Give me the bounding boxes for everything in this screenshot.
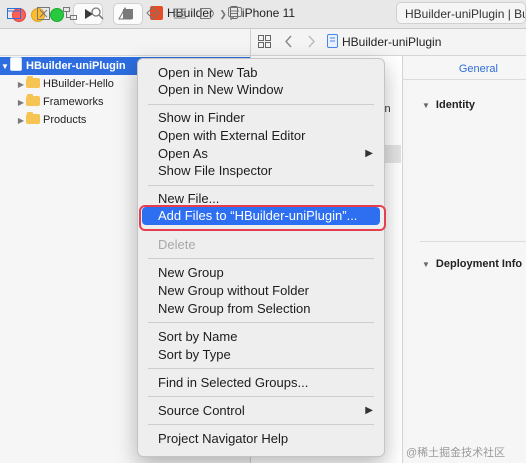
disclosure-triangle-icon: ▶	[17, 98, 25, 107]
menu-item-new-group-without-folder[interactable]: New Group without Folder	[138, 282, 384, 300]
section-title: Deployment Info	[435, 258, 523, 270]
menu-item-new-group-from-selection[interactable]: New Group from Selection	[138, 300, 384, 318]
breakpoint-icon[interactable]	[200, 6, 214, 20]
tab-general[interactable]: General	[402, 58, 526, 80]
back-icon[interactable]	[284, 35, 294, 53]
report-icon[interactable]	[228, 6, 242, 20]
warning-icon[interactable]	[118, 6, 132, 20]
menu-item-delete: Delete	[158, 237, 196, 252]
test-icon[interactable]	[146, 6, 160, 20]
navigator-toolbar	[0, 29, 250, 56]
menu-item-source-control[interactable]: Source Control ▶	[138, 402, 384, 420]
tree-item-label: Frameworks	[43, 96, 104, 108]
folder-icon	[26, 112, 40, 124]
menu-separator	[148, 368, 374, 369]
collapse-triangle-icon: ▼	[422, 260, 430, 269]
menu-separator	[148, 424, 374, 425]
project-file-icon	[10, 57, 22, 71]
identity-section-header[interactable]: ▼ Identity	[422, 95, 475, 113]
activity-status: HBuilder-uniPlugin | Build	[396, 2, 526, 24]
zoom-window-button[interactable]	[50, 8, 64, 22]
menu-separator	[148, 104, 374, 105]
hierarchy-icon[interactable]	[63, 6, 77, 20]
menu-item-show-in-finder[interactable]: Show in Finder	[138, 109, 384, 127]
source-control-icon[interactable]	[36, 6, 50, 20]
menu-item-open-as[interactable]: Open As ▶	[138, 145, 384, 163]
menu-item-label: Open As	[158, 146, 208, 161]
watermark: @稀土掘金技术社区	[406, 447, 506, 459]
disclosure-triangle-icon: ▼	[1, 62, 9, 71]
related-items-icon[interactable]	[258, 35, 271, 53]
forward-icon[interactable]	[306, 35, 316, 53]
menu-item-find-in-selected-groups[interactable]: Find in Selected Groups...	[138, 374, 384, 392]
menu-item-sort-by-type[interactable]: Sort by Type	[138, 346, 384, 364]
context-menu: Open in New Tab Open in New Window Show …	[137, 58, 385, 457]
disclosure-triangle-icon: ▶	[17, 116, 25, 125]
menu-separator	[148, 322, 374, 323]
menu-separator	[148, 258, 374, 259]
disclosure-triangle-icon: ▶	[17, 80, 25, 89]
menu-separator	[148, 185, 374, 186]
folder-icon	[26, 94, 40, 106]
tree-item-label: HBuilder-Hello	[43, 78, 114, 90]
breadcrumb[interactable]: HBuilder-uniPlugin	[342, 35, 441, 49]
device-name: iPhone 11	[241, 6, 296, 20]
deployment-section-header[interactable]: ▼ Deployment Info	[422, 254, 522, 272]
editor-row-highlight	[384, 145, 401, 163]
breadcrumb-project-icon	[327, 34, 338, 53]
tree-item-label: Products	[43, 114, 87, 126]
menu-item-open-new-tab[interactable]: Open in New Tab	[138, 64, 384, 82]
menu-item-sort-by-name[interactable]: Sort by Name	[138, 328, 384, 346]
section-divider	[420, 241, 526, 242]
menu-item-label: Source Control	[158, 403, 245, 418]
menu-item-show-file-inspector[interactable]: Show File Inspector	[138, 162, 384, 180]
submenu-arrow-icon: ▶	[365, 405, 373, 416]
scheme-separator: ❯	[219, 9, 227, 19]
submenu-arrow-icon: ▶	[365, 148, 373, 159]
section-title: Identity	[435, 99, 476, 111]
menu-item-open-new-window[interactable]: Open in New Window	[138, 81, 384, 99]
menu-item-open-external-editor[interactable]: Open with External Editor	[138, 127, 384, 145]
folder-icon	[26, 76, 40, 88]
menu-item-navigator-help[interactable]: Project Navigator Help	[138, 430, 384, 448]
debug-icon[interactable]	[173, 6, 187, 20]
project-navigator-icon[interactable]	[7, 6, 21, 20]
annotation-highlight-box	[139, 205, 386, 231]
menu-item-new-group[interactable]: New Group	[138, 264, 384, 282]
search-icon[interactable]	[90, 6, 104, 20]
menu-separator	[148, 396, 374, 397]
collapse-triangle-icon: ▼	[422, 101, 430, 110]
tree-item-label: HBuilder-uniPlugin	[26, 60, 126, 72]
